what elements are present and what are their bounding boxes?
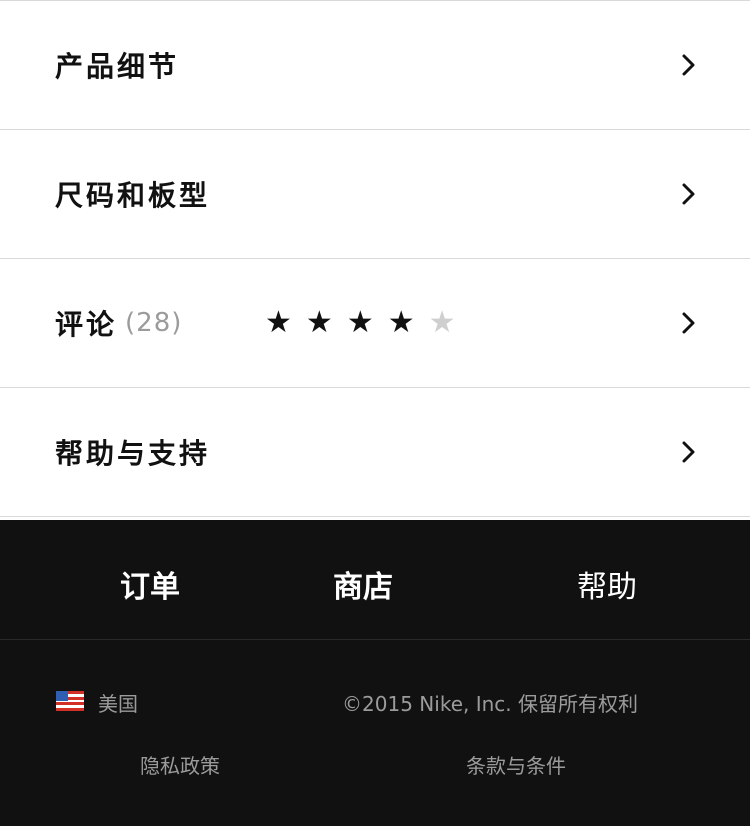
star-icon: ★ [305, 305, 333, 340]
product-details-label: 产品细节 [55, 50, 180, 83]
rating-stars: ★ ★ ★ ★ ★ [265, 308, 456, 338]
footer-bottom: 美国 ©2015 Nike, Inc. 保留所有权利 隐私政策 条款与条件 [0, 640, 750, 826]
star-icon: ★ [265, 305, 292, 340]
footer-nav: 订单 商店 帮助 [0, 520, 750, 640]
chevron-right-icon [682, 183, 695, 205]
terms-and-conditions-link[interactable]: 条款与条件 [466, 750, 566, 779]
product-info-page: 产品细节 尺码和板型 评论 (28) ★ ★ ★ ★ ★ 帮助与支持 订单 商店… [0, 0, 750, 826]
reviews-label: 评论 [55, 308, 118, 341]
chevron-right-icon [682, 312, 695, 334]
product-details-row[interactable]: 产品细节 [0, 1, 750, 130]
us-flag-icon [56, 691, 84, 711]
star-icon: ★ [387, 305, 415, 340]
privacy-policy-link[interactable]: 隐私政策 [140, 750, 220, 779]
help-and-support-label: 帮助与支持 [55, 437, 211, 470]
footer-nav-help[interactable]: 帮助 [577, 562, 637, 606]
reviews-row[interactable]: 评论 (28) ★ ★ ★ ★ ★ [0, 259, 750, 388]
help-and-support-row[interactable]: 帮助与支持 [0, 388, 750, 517]
size-and-fit-row[interactable]: 尺码和板型 [0, 130, 750, 259]
star-icon: ★ [346, 305, 374, 340]
country-selector[interactable]: 美国 [98, 688, 138, 717]
chevron-right-icon [682, 54, 695, 76]
size-and-fit-label: 尺码和板型 [55, 179, 211, 212]
reviews-count: (28) [125, 308, 183, 338]
copyright-text: ©2015 Nike, Inc. 保留所有权利 [342, 692, 638, 716]
footer: 订单 商店 帮助 美国 ©2015 Nike, Inc. 保留所有权利 隐私政策… [0, 520, 750, 826]
footer-nav-store[interactable]: 商店 [333, 562, 393, 606]
footer-nav-orders[interactable]: 订单 [120, 562, 180, 606]
chevron-right-icon [682, 441, 695, 463]
star-icon: ★ [428, 305, 456, 340]
